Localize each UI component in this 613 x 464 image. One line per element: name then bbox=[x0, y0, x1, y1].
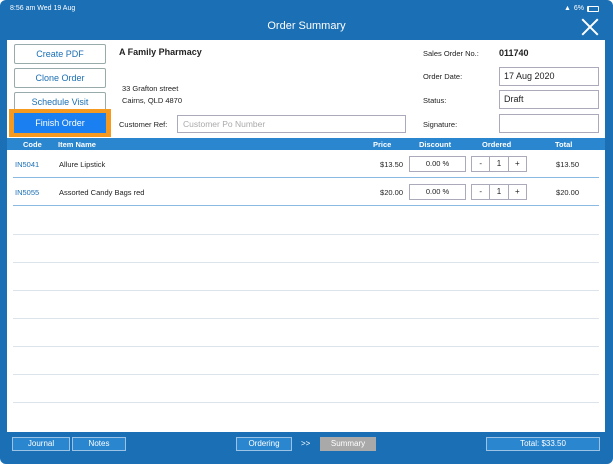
status-label: Status: bbox=[423, 96, 447, 105]
table-header: Code Item Name Price Discount Ordered To… bbox=[7, 138, 605, 150]
close-icon[interactable] bbox=[581, 18, 599, 36]
col-code: Code bbox=[23, 140, 42, 149]
wifi-icon: ▲ bbox=[563, 5, 571, 12]
status-field[interactable]: Draft bbox=[499, 90, 599, 109]
customer-ref-input[interactable]: Customer Po Number bbox=[177, 115, 406, 133]
customer-ref-label: Customer Ref: bbox=[119, 120, 168, 129]
order-date-field[interactable]: 17 Aug 2020 bbox=[499, 67, 599, 86]
empty-row-line bbox=[13, 374, 599, 375]
summary-tab[interactable]: Summary bbox=[320, 437, 376, 451]
order-summary-panel: Create PDF Clone Order Schedule Visit Fi… bbox=[7, 40, 605, 432]
item-price: $13.50 bbox=[380, 160, 403, 169]
title-bar: Order Summary bbox=[0, 16, 613, 40]
order-date-label: Order Date: bbox=[423, 72, 463, 81]
status-indicators: ▲ 6% bbox=[564, 5, 599, 12]
quantity-stepper: - 1 + bbox=[471, 156, 527, 172]
quantity-value[interactable]: 1 bbox=[489, 157, 509, 171]
item-price: $20.00 bbox=[380, 188, 403, 197]
clone-order-button[interactable]: Clone Order bbox=[14, 68, 106, 88]
discount-input[interactable]: 0.00 % bbox=[409, 184, 466, 200]
col-price: Price bbox=[373, 140, 392, 149]
address-line2: Cairns, QLD 4870 bbox=[122, 96, 183, 105]
step-arrows: >> bbox=[301, 439, 311, 448]
page-title: Order Summary bbox=[267, 20, 346, 32]
signature-field[interactable] bbox=[499, 114, 599, 133]
col-ordered: Ordered bbox=[482, 140, 512, 149]
table-row[interactable]: IN5055 Assorted Candy Bags red $20.00 0.… bbox=[13, 179, 599, 206]
item-name: Assorted Candy Bags red bbox=[59, 188, 145, 197]
order-total: Total: $33.50 bbox=[486, 437, 600, 451]
item-name: Allure Lipstick bbox=[59, 160, 106, 169]
notes-button[interactable]: Notes bbox=[72, 437, 126, 451]
empty-row-line bbox=[13, 318, 599, 319]
sales-order-number: 011740 bbox=[499, 48, 529, 58]
finish-order-button[interactable]: Finish Order bbox=[14, 113, 106, 133]
item-total: $20.00 bbox=[556, 188, 579, 197]
battery-percent: 6% bbox=[573, 5, 584, 12]
item-code[interactable]: IN5041 bbox=[15, 160, 39, 169]
empty-row-line bbox=[13, 346, 599, 347]
col-total: Total bbox=[555, 140, 573, 149]
sales-order-label: Sales Order No.: bbox=[423, 49, 479, 58]
table-row[interactable]: IN5041 Allure Lipstick $13.50 0.00 % - 1… bbox=[13, 151, 599, 178]
empty-row-line bbox=[13, 262, 599, 263]
footer-bar: Journal Notes Ordering >> Summary Total:… bbox=[0, 434, 613, 454]
signature-label: Signature: bbox=[423, 120, 458, 129]
item-code[interactable]: IN5055 bbox=[15, 188, 39, 197]
finish-order-highlight: Finish Order bbox=[9, 109, 111, 137]
battery-icon bbox=[587, 5, 599, 12]
quantity-value[interactable]: 1 bbox=[489, 185, 509, 199]
item-total: $13.50 bbox=[556, 160, 579, 169]
quantity-stepper: - 1 + bbox=[471, 184, 527, 200]
customer-name: A Family Pharmacy bbox=[119, 47, 202, 57]
increment-button[interactable]: + bbox=[509, 185, 526, 199]
col-discount: Discount bbox=[419, 140, 452, 149]
status-time: 8:56 am Wed 19 Aug bbox=[10, 5, 76, 12]
journal-button[interactable]: Journal bbox=[12, 437, 70, 451]
discount-input[interactable]: 0.00 % bbox=[409, 156, 466, 172]
increment-button[interactable]: + bbox=[509, 157, 526, 171]
empty-row-line bbox=[13, 234, 599, 235]
ordering-tab[interactable]: Ordering bbox=[236, 437, 292, 451]
empty-row-line bbox=[13, 402, 599, 403]
decrement-button[interactable]: - bbox=[472, 157, 489, 171]
empty-row-line bbox=[13, 290, 599, 291]
create-pdf-button[interactable]: Create PDF bbox=[14, 44, 106, 64]
address-line1: 33 Grafton street bbox=[122, 84, 179, 93]
col-item-name: Item Name bbox=[58, 140, 96, 149]
decrement-button[interactable]: - bbox=[472, 185, 489, 199]
status-bar: 8:56 am Wed 19 Aug ▲ 6% bbox=[0, 0, 613, 16]
